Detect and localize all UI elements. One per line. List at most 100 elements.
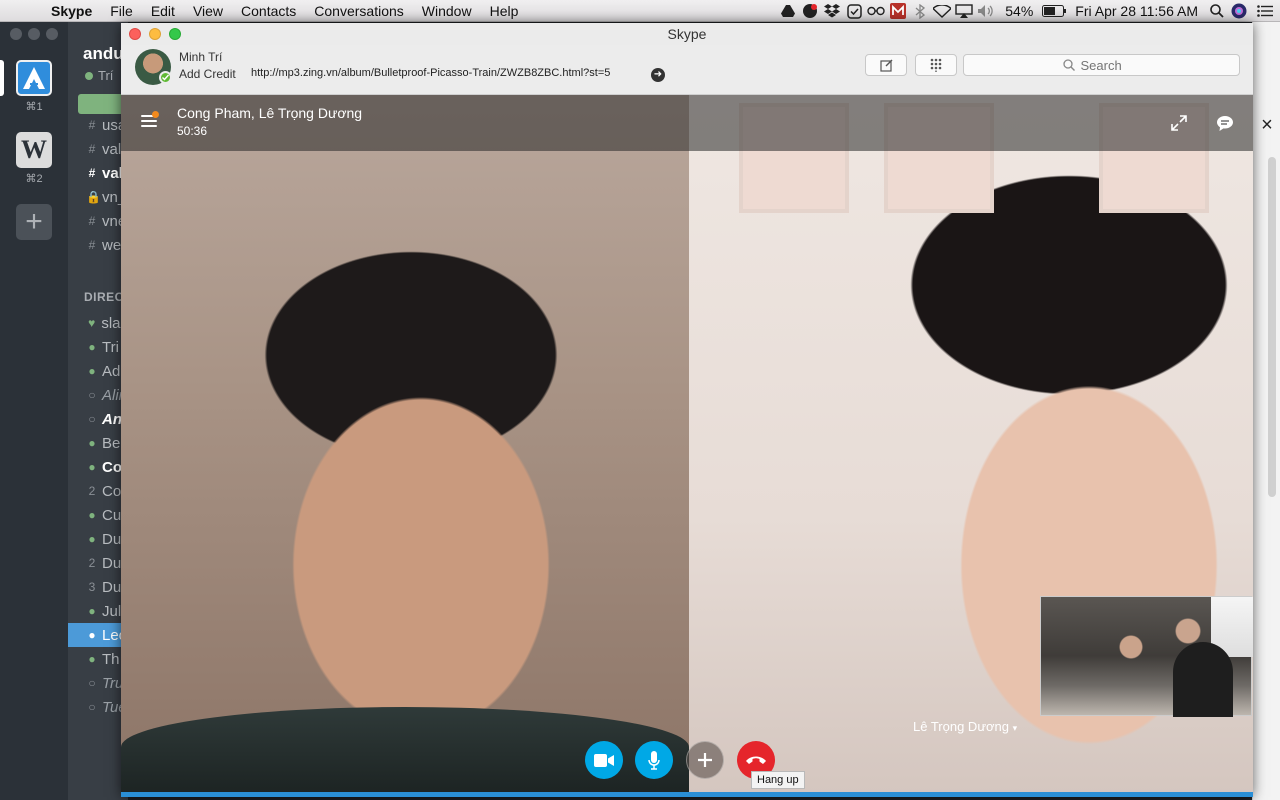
dm-item[interactable]: 3 Du (68, 575, 128, 599)
team-andu-icon[interactable] (16, 60, 52, 96)
dm-item[interactable]: ● Cu (68, 503, 128, 527)
call-menu-icon[interactable] (141, 111, 159, 130)
presence-dot-icon: ● (88, 436, 96, 450)
slack-minimize-button[interactable] (28, 28, 40, 40)
new-conversation-button[interactable] (865, 54, 907, 76)
menu-conversations[interactable]: Conversations (305, 0, 413, 22)
battery-icon[interactable] (1041, 0, 1067, 22)
app-m-icon[interactable] (887, 0, 909, 22)
channel-item[interactable]: # val (68, 161, 128, 185)
slack-current-user[interactable]: Trí (85, 68, 113, 83)
group-count-icon: 2 (88, 556, 96, 570)
hash-icon: # (88, 238, 96, 252)
siri-icon[interactable] (1228, 0, 1250, 22)
skype-toolbar: Minh Trí Add Credit http://mp3.zing.vn/a… (121, 45, 1253, 95)
dropbox-icon[interactable] (821, 0, 843, 22)
channel-item[interactable]: # usa (68, 113, 128, 137)
microphone-icon (648, 750, 660, 770)
channel-item[interactable]: # vne (68, 209, 128, 233)
dm-item[interactable]: ○ Tru (68, 671, 128, 695)
dm-item-selected[interactable]: ● Leo (68, 623, 128, 647)
presence-dot-icon: ● (88, 652, 96, 666)
dm-item[interactable]: ● Tri (68, 335, 128, 359)
channel-item[interactable]: # we (68, 233, 128, 257)
notification-badge (152, 111, 159, 118)
channel-item[interactable]: # val (68, 137, 128, 161)
add-credit-link[interactable]: Add Credit (179, 67, 236, 81)
menubar-clock[interactable]: Fri Apr 28 11:56 AM (1067, 3, 1206, 19)
phone-hangup-icon (746, 756, 766, 764)
toggle-video-button[interactable] (585, 741, 623, 779)
dm-item[interactable]: ● Ad (68, 359, 128, 383)
slack-zoom-button[interactable] (46, 28, 58, 40)
dm-label: Du (102, 578, 122, 596)
dm-item[interactable]: 2 Du (68, 551, 128, 575)
direct-messages-header[interactable]: DIREC (84, 290, 124, 304)
dialpad-button[interactable] (915, 54, 957, 76)
dm-item[interactable]: ○ Alir (68, 383, 128, 407)
group-count-icon: 2 (88, 484, 96, 498)
menu-view[interactable]: View (184, 0, 232, 22)
dm-item[interactable]: ♥ slac (68, 311, 128, 335)
window-title: Skype (667, 26, 707, 42)
dm-item[interactable]: ○ An (68, 407, 128, 431)
volume-icon[interactable] (975, 0, 997, 22)
chevron-down-icon: ▾ (1012, 723, 1018, 733)
search-box[interactable] (963, 54, 1240, 76)
dm-item[interactable]: ○ Tue (68, 695, 128, 719)
skype-titlebar[interactable]: Skype (121, 23, 1253, 45)
channel-item[interactable]: 🔒 vn_ (68, 185, 128, 209)
wifi-icon[interactable] (931, 0, 953, 22)
zoom-window-button[interactable] (169, 28, 181, 40)
toggle-microphone-button[interactable] (635, 741, 673, 779)
arrow-right-icon[interactable]: ➜ (651, 68, 665, 82)
dm-item[interactable]: ● Co (68, 455, 128, 479)
chat-bubble-icon[interactable] (1215, 113, 1235, 133)
google-drive-icon[interactable] (777, 0, 799, 22)
slack-team-name[interactable]: andu (83, 44, 124, 64)
notification-center-icon[interactable] (1250, 0, 1280, 22)
online-presence-icon[interactable] (159, 71, 172, 84)
dm-item[interactable]: ● Be (68, 431, 128, 455)
airplay-icon[interactable] (953, 0, 975, 22)
minimize-window-button[interactable] (149, 28, 161, 40)
slack-user-name: Trí (98, 68, 114, 83)
menu-edit[interactable]: Edit (142, 0, 184, 22)
search-input[interactable] (1080, 57, 1141, 73)
skype-status-icon[interactable] (799, 0, 821, 22)
compose-icon (879, 59, 892, 72)
video-person-shape (1173, 642, 1233, 717)
mood-message[interactable]: http://mp3.zing.vn/album/Bulletproof-Pic… (251, 67, 610, 79)
menu-file[interactable]: File (101, 0, 142, 22)
dm-item[interactable]: ● Du (68, 527, 128, 551)
slack-window-buttons (10, 28, 58, 40)
self-view-video[interactable] (1040, 596, 1253, 717)
presence-dot-icon: ● (88, 604, 96, 618)
plus-icon (698, 753, 712, 767)
add-team-button[interactable]: + (16, 204, 52, 240)
menu-help[interactable]: Help (481, 0, 528, 22)
dm-item[interactable]: ● Jul (68, 599, 128, 623)
bluetooth-icon[interactable] (909, 0, 931, 22)
menu-window[interactable]: Window (413, 0, 481, 22)
dm-item[interactable]: ● Th (68, 647, 128, 671)
call-timer: 50:36 (177, 124, 208, 138)
fullscreen-icon[interactable] (1169, 113, 1189, 133)
dm-label: Ad (102, 362, 121, 380)
background-close-icon[interactable]: × (1253, 114, 1280, 137)
active-team-indicator (0, 60, 4, 96)
close-window-button[interactable] (129, 28, 141, 40)
menu-skype[interactable]: Skype (42, 0, 101, 22)
spotlight-search-icon[interactable] (1206, 0, 1228, 22)
hang-up-tooltip: Hang up (751, 771, 805, 789)
team-w-icon[interactable]: W (16, 132, 52, 168)
profile-name[interactable]: Minh Trí (179, 50, 222, 64)
glasses-icon[interactable] (865, 0, 887, 22)
menu-contacts[interactable]: Contacts (232, 0, 305, 22)
add-to-call-button[interactable] (686, 741, 724, 779)
slack-close-button[interactable] (10, 28, 22, 40)
remote-participant-name[interactable]: Lê Trọng Dương ▾ (913, 719, 1017, 734)
dm-item[interactable]: 2 Co (68, 479, 128, 503)
task-check-icon[interactable] (843, 0, 865, 22)
background-scrollbar[interactable] (1268, 157, 1276, 497)
